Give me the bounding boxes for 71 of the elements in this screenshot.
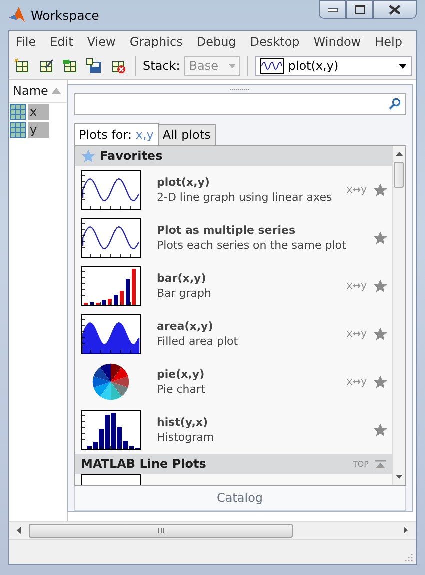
- search-field[interactable]: [74, 93, 406, 115]
- save-icon[interactable]: [84, 56, 104, 76]
- catalog-tab[interactable]: Plots for: x,y: [74, 123, 159, 145]
- resize-grip-icon[interactable]: [404, 552, 414, 562]
- sort-arrow-icon: [52, 88, 62, 94]
- variable-name[interactable]: x: [28, 104, 50, 120]
- plot-description: Plots each series on the same plot: [157, 239, 348, 252]
- menu-item[interactable]: Graphics: [128, 33, 190, 51]
- bar-chart-icon: [81, 266, 141, 306]
- scroll-down-icon[interactable]: [396, 475, 402, 479]
- app-logo-icon: [8, 6, 26, 24]
- section-title: MATLAB Line Plots: [81, 457, 206, 471]
- maximize-button[interactable]: [346, 0, 373, 19]
- plot-selector-dropdown[interactable]: plot(x,y): [255, 56, 412, 76]
- scroll-thumb[interactable]: [394, 162, 404, 188]
- favorite-star-icon[interactable]: [373, 278, 388, 294]
- plot-title[interactable]: pie(x,y): [157, 368, 347, 381]
- plot-title[interactable]: Plot as multiple series: [157, 224, 373, 237]
- menu-item[interactable]: File: [15, 33, 44, 51]
- scroll-thumb[interactable]: [29, 524, 293, 538]
- favorite-star-icon[interactable]: [373, 326, 388, 342]
- menu-item[interactable]: Desktop: [249, 33, 307, 51]
- catalog-footer: Catalog: [74, 486, 406, 511]
- plot-title[interactable]: bar(x,y): [157, 272, 347, 285]
- menu-item[interactable]: Help: [374, 33, 410, 51]
- area-plot-icon: [81, 314, 141, 354]
- plot-title[interactable]: plot(x,y): [157, 176, 347, 189]
- menu-item[interactable]: Edit: [49, 33, 80, 51]
- horizontal-scrollbar[interactable]: [9, 521, 416, 539]
- favorite-star-icon[interactable]: [373, 182, 388, 198]
- plot-description: Pie chart: [157, 383, 206, 396]
- caret-icon: [399, 64, 407, 68]
- variable-name[interactable]: y: [28, 122, 50, 138]
- menu-item[interactable]: Window: [312, 33, 368, 51]
- favorite-star-icon[interactable]: [373, 374, 388, 390]
- favorite-star-icon[interactable]: [373, 230, 388, 246]
- scroll-to-top-icon[interactable]: [375, 460, 386, 468]
- plot-description: Bar graph: [157, 287, 213, 300]
- stack-label: Stack:: [143, 59, 180, 73]
- caret-icon: [228, 64, 236, 68]
- menu-item[interactable]: View: [86, 33, 123, 51]
- favorite-star-icon[interactable]: [373, 422, 388, 438]
- section-title: Favorites: [100, 149, 163, 163]
- catalog-tab[interactable]: All plots: [158, 124, 216, 145]
- line-plot-icon: [260, 58, 284, 74]
- grip-icon: [158, 528, 164, 533]
- matrix-variable-icon: [10, 104, 26, 120]
- scroll-right-icon[interactable]: [404, 527, 408, 534]
- vertical-scrollbar[interactable]: [392, 146, 405, 485]
- scroll-left-icon[interactable]: [17, 527, 21, 534]
- name-column-header[interactable]: Name: [9, 80, 67, 103]
- close-icon: [389, 4, 401, 14]
- matrix-variable-icon: [10, 122, 26, 138]
- line-plot-icon: [81, 218, 141, 258]
- drag-grip-icon[interactable]: [230, 88, 250, 90]
- window-title: Workspace: [31, 8, 100, 22]
- favorites-star-icon: [81, 148, 96, 164]
- minimize-icon: [328, 8, 338, 12]
- minimize-button[interactable]: [319, 0, 346, 19]
- plot-description: Histogram: [157, 431, 216, 444]
- menu-item[interactable]: Debug: [196, 33, 244, 51]
- maximize-icon: [354, 5, 364, 14]
- search-icon: [389, 98, 401, 110]
- scroll-up-icon[interactable]: [396, 152, 402, 156]
- plot-description: Filled area plot: [157, 335, 240, 348]
- histogram-icon: [81, 410, 141, 450]
- plot-title[interactable]: hist(y,x): [157, 416, 373, 429]
- plot-description: 2-D line graph using linear axes: [157, 191, 334, 204]
- close-button[interactable]: [373, 0, 417, 19]
- line-plot-icon: [81, 170, 141, 210]
- plot-title[interactable]: area(x,y): [157, 320, 347, 333]
